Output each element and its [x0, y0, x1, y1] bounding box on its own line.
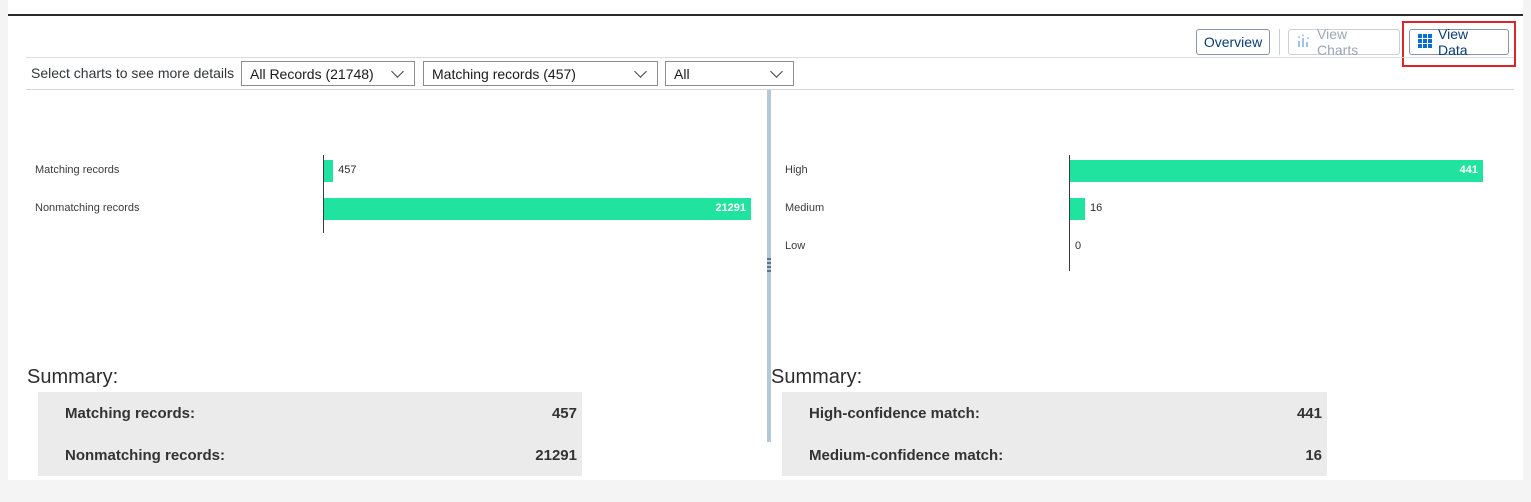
matching-select[interactable]: Matching records (457): [423, 61, 658, 86]
confidence-select-value: All: [674, 65, 690, 82]
left-summary-title: Summary:: [27, 366, 119, 388]
right-summary-table: High-confidence match: 441 Medium-confid…: [782, 392, 1327, 476]
filter-label: Select charts to see more details: [31, 65, 235, 81]
matching-select-value: Matching records (457): [432, 65, 576, 82]
records-select[interactable]: All Records (21748): [241, 61, 415, 86]
summary-label: Medium-confidence match:: [809, 446, 1004, 464]
toolbar-separator: [1279, 29, 1280, 55]
category-label: Nonmatching records: [35, 202, 140, 214]
overview-button[interactable]: Overview: [1196, 29, 1270, 55]
view-data-highlight: [1402, 21, 1516, 67]
view-charts-button[interactable]: View Charts: [1288, 26, 1400, 58]
right-summary-title: Summary:: [771, 366, 863, 388]
summary-label: Matching records:: [65, 404, 196, 422]
summary-row: High-confidence match: 441: [782, 392, 1327, 434]
data-label: 441: [1459, 164, 1478, 176]
confidence-select[interactable]: All: [665, 61, 794, 86]
chart-icon: [1297, 34, 1311, 51]
summary-row: Nonmatching records: 21291: [38, 434, 582, 476]
chevron-down-icon: [391, 64, 404, 78]
match-results-panel: Overview View Charts View Data Select ch…: [8, 0, 1523, 480]
overview-label: Overview: [1203, 34, 1263, 50]
splitter-grip-icon[interactable]: [767, 258, 771, 272]
summary-label: High-confidence match:: [809, 404, 980, 422]
category-label: Matching records: [35, 164, 120, 176]
top-divider: [8, 14, 1523, 16]
records-select-value: All Records (21748): [250, 65, 374, 82]
chevron-down-icon: [634, 64, 647, 78]
data-label: 16: [1089, 202, 1103, 214]
view-charts-label: View Charts: [1317, 26, 1359, 58]
category-label: Medium: [785, 202, 825, 214]
data-label: 21291: [715, 202, 746, 214]
summary-value: 21291: [535, 446, 577, 464]
chevron-down-icon: [770, 64, 783, 78]
summary-value: 457: [551, 404, 577, 422]
chart-bar[interactable]: [1070, 198, 1085, 220]
summary-value: 441: [1296, 404, 1322, 422]
summary-row: Medium-confidence match: 16: [782, 434, 1327, 476]
summary-label: Nonmatching records:: [65, 446, 226, 464]
header-divider: [26, 57, 1514, 58]
summary-value: 16: [1305, 446, 1322, 464]
data-label: 457: [338, 164, 357, 176]
category-label: High: [785, 164, 808, 176]
data-label: 0: [1075, 240, 1082, 252]
chart-bar[interactable]: [324, 160, 334, 182]
summary-row: Matching records: 457: [38, 392, 582, 434]
category-label: Low: [785, 240, 806, 252]
left-summary-table: Matching records: 457 Nonmatching record…: [38, 392, 582, 476]
